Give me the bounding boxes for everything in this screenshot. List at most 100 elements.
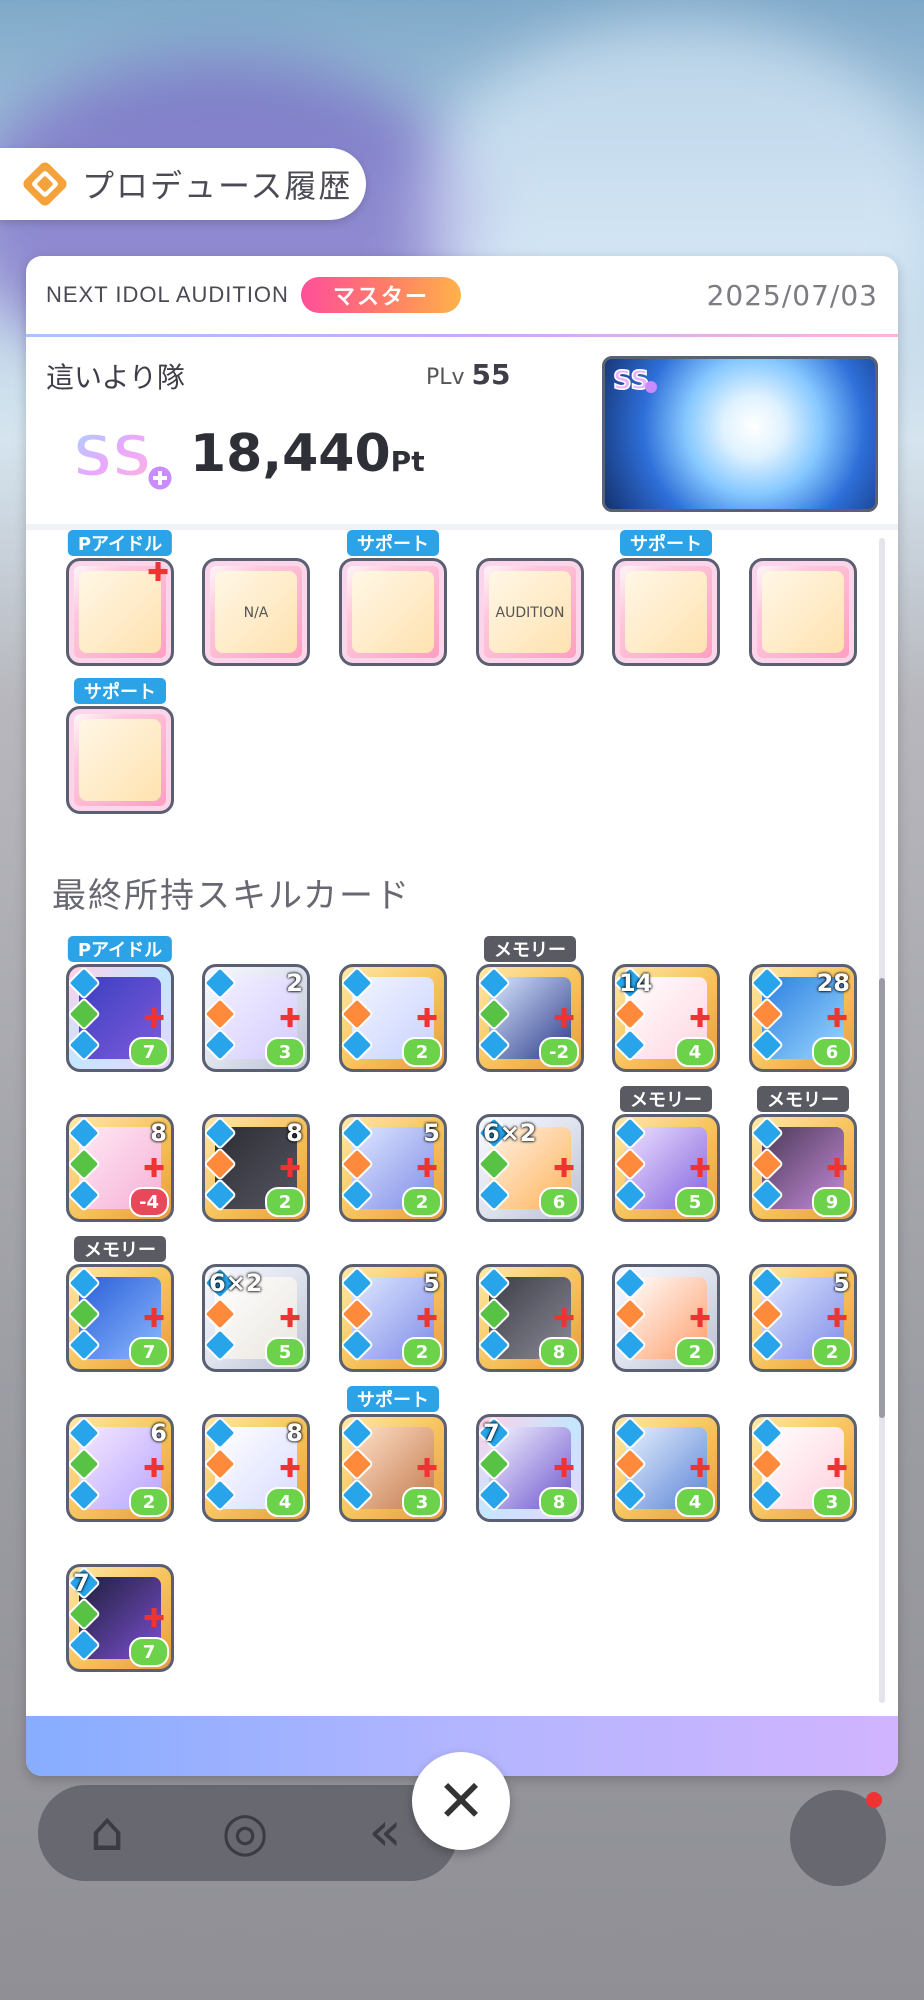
item-card[interactable]: AUDITION [476,558,584,666]
skill-cost: 8 [539,1487,579,1517]
effect-icon [752,1147,784,1181]
effect-icons [69,967,101,1062]
effect-icon [615,1478,647,1512]
effect-icon [69,1417,101,1450]
close-button[interactable]: ✕ [412,1752,510,1850]
skill-count: 7 [483,1419,500,1447]
skill-count: 6 [150,1419,167,1447]
ss-plus-rank-icon: SS [71,421,175,493]
skill-card[interactable]: ✚ 7 Pアイドル [66,936,174,1072]
skill-card[interactable]: ✚ 8 [476,1264,584,1372]
skill-card[interactable]: ✚ 5 2 [749,1264,857,1372]
skill-frame: ✚ 5 2 [339,1114,447,1222]
effect-icon [342,1297,374,1331]
plus-icon: ✚ [143,1154,165,1184]
skill-card[interactable]: ✚ 9 メモリー [749,1086,857,1222]
record-header: NEXT IDOL AUDITION マスター 2025/07/03 [26,256,898,337]
skill-frame: ✚ 3 [749,1414,857,1522]
effect-icon [752,1297,784,1331]
item-frame: N/A [202,558,310,666]
effect-icons [342,1117,374,1212]
effect-icons [69,1117,101,1212]
skill-count: 7 [73,1569,90,1597]
item-frame [749,558,857,666]
skill-frame: ✚ 6×2 6 [476,1114,584,1222]
skill-card[interactable]: ✚ 5 メモリー [612,1086,720,1222]
page-header: プロデュース履歴 [0,148,366,220]
item-glyph: N/A [243,605,269,621]
item-card[interactable]: サポート [612,530,720,666]
effect-icon [752,1178,784,1212]
skill-cost: 9 [812,1187,852,1217]
skill-tag: メモリー [74,1236,166,1262]
item-card[interactable] [749,558,857,666]
skill-card[interactable]: ✚ 5 2 [339,1114,447,1222]
skill-card[interactable]: ✚ 3 [749,1414,857,1522]
skill-card[interactable]: ✚ 4 [612,1414,720,1522]
item-card[interactable]: ✚ Pアイドル [66,530,174,666]
shop-icon[interactable]: ◎ [210,1800,280,1866]
skill-frame: ✚ 8 -4 [66,1114,174,1222]
skill-count: 8 [286,1119,303,1147]
skill-card[interactable]: ✚ 14 4 [612,964,720,1072]
skill-card[interactable]: ✚ 6 2 [66,1414,174,1522]
skill-tag: メモリー [484,936,576,962]
item-card[interactable]: サポート [339,530,447,666]
effect-icon [752,1267,784,1300]
effect-icon [205,1328,237,1362]
effect-icon [479,967,511,1000]
skill-card[interactable]: ✚ 28 6 [749,964,857,1072]
skill-card[interactable]: ✚ -2 メモリー [476,936,584,1072]
stage-thumbnail[interactable]: SS [602,356,878,512]
skill-card[interactable]: ✚ 7 8 [476,1414,584,1522]
effect-icon [615,1417,647,1450]
skill-frame: ✚ 5 2 [339,1264,447,1372]
effect-icon [342,1178,374,1212]
item-tag: サポート [347,530,439,556]
skill-card[interactable]: ✚ 2 [612,1264,720,1372]
svg-text:SS: SS [72,422,153,490]
unit-name: 這いより隊 [46,361,185,394]
effect-icons [342,1267,374,1362]
player-level: PLv 55 [426,358,511,391]
effect-icon [69,1478,101,1512]
skill-cost: 3 [812,1487,852,1517]
item-card[interactable]: サポート [66,678,174,814]
skill-count: 6×2 [209,1269,263,1297]
effect-icon [342,1417,374,1450]
skill-tag: サポート [347,1386,439,1412]
skill-card[interactable]: ✚ 7 7 [66,1564,174,1672]
skill-card[interactable]: ✚ 5 2 [339,1264,447,1372]
skill-card[interactable]: ✚ 8 2 [202,1114,310,1222]
skill-card[interactable]: ✚ 2 3 [202,964,310,1072]
skill-cost: 2 [129,1487,169,1517]
skill-count: 5 [423,1269,440,1297]
skill-count: 8 [150,1119,167,1147]
plus-icon: ✚ [143,1004,165,1034]
star-chain-icon [79,719,161,801]
skill-card[interactable]: ✚ 6×2 6 [476,1114,584,1222]
skill-frame: ✚ 5 [612,1114,720,1222]
effect-icon [615,1267,647,1300]
back-icon[interactable]: « [350,1800,420,1866]
effect-icon [69,1147,101,1181]
effect-icon [752,967,784,1000]
effect-icon [479,1178,511,1212]
plus-icon: ✚ [416,1004,438,1034]
scrollbar[interactable] [879,538,885,1703]
skill-card[interactable]: ✚ 6×2 5 [202,1264,310,1372]
skill-cost: 2 [265,1187,305,1217]
home-icon[interactable]: ⌂ [72,1800,142,1866]
item-card[interactable]: N/A [202,558,310,666]
skill-card[interactable]: ✚ 3 サポート [339,1386,447,1522]
effect-icon [205,1147,237,1181]
skill-card[interactable]: ✚ 2 [339,964,447,1072]
scrollbar-thumb[interactable] [879,978,885,1418]
effect-icon [205,1117,237,1150]
skill-card[interactable]: ✚ 8 -4 [66,1114,174,1222]
skill-card[interactable]: ✚ 8 4 [202,1414,310,1522]
score: 18,440Pt [190,424,425,484]
plus-icon: ✚ [279,1454,301,1484]
skill-card[interactable]: ✚ 7 メモリー [66,1236,174,1372]
skill-cost: 3 [402,1487,442,1517]
